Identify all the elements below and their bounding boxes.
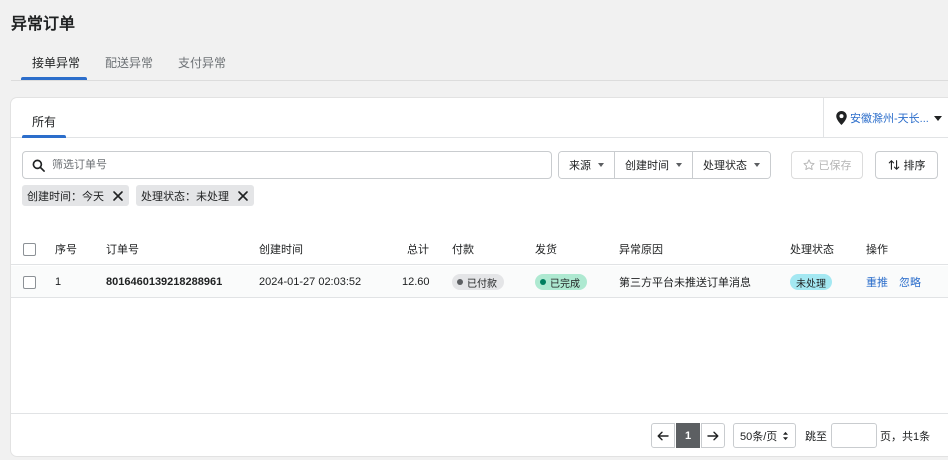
status-dot bbox=[540, 279, 546, 285]
close-icon[interactable] bbox=[237, 190, 249, 202]
chip-label: 创建时间：今天 bbox=[27, 190, 104, 203]
header-total: 总计 bbox=[407, 244, 429, 256]
header-shipping: 发货 bbox=[535, 244, 557, 256]
shipping-badge-label: 已完成 bbox=[550, 278, 580, 290]
payment-badge: 已付款 bbox=[452, 274, 504, 290]
chevron-down-icon bbox=[754, 163, 760, 167]
header-order-no: 订单号 bbox=[106, 244, 139, 256]
prev-page-button[interactable] bbox=[651, 423, 675, 448]
filter-group: 来源 创建时间 处理状态 bbox=[558, 151, 771, 179]
arrow-right-icon bbox=[707, 431, 719, 440]
table-row[interactable]: 1 8016460139218288961 2024-01-27 02:03:5… bbox=[11, 266, 948, 298]
top-tabs: 接单异常 配送异常 支付异常 bbox=[11, 46, 948, 81]
sort-button[interactable]: 排序 bbox=[875, 151, 938, 179]
pagination-summary: 页，共1条 bbox=[880, 430, 931, 443]
row-checkbox[interactable] bbox=[23, 275, 36, 289]
chevron-down-icon bbox=[933, 115, 942, 121]
filter-source-label: 来源 bbox=[569, 160, 591, 172]
filter-status-label: 处理状态 bbox=[703, 160, 747, 172]
card-tab-underline bbox=[22, 135, 66, 138]
filter-source-button[interactable]: 来源 bbox=[559, 152, 615, 178]
actions-cell: 重推 忽略 bbox=[866, 266, 932, 298]
filter-chip: 创建时间：今天 bbox=[22, 185, 129, 206]
jump-label: 跳至 bbox=[805, 430, 827, 443]
chevron-down-icon bbox=[676, 163, 682, 167]
orders-card: 所有 安徽滁州-天长... 来源 创建时间 处理状态 已保存 排序 创建时间：今… bbox=[11, 98, 948, 456]
tab-all[interactable]: 所有 bbox=[32, 113, 56, 130]
location-label: 安徽滁州-天长... bbox=[850, 113, 929, 125]
row-index: 1 bbox=[55, 276, 62, 288]
saved-button[interactable]: 已保存 bbox=[791, 151, 863, 179]
ignore-link[interactable]: 忽略 bbox=[899, 274, 921, 290]
header-reason: 异常原因 bbox=[619, 244, 663, 256]
page-size-select[interactable]: 50条/页 bbox=[733, 423, 797, 448]
status-dot bbox=[457, 279, 463, 285]
filter-chips: 创建时间：今天 处理状态：未处理 bbox=[22, 185, 254, 206]
jump-page-field bbox=[831, 423, 877, 448]
shipping-cell: 已完成 bbox=[535, 266, 587, 298]
payment-badge-label: 已付款 bbox=[467, 278, 497, 290]
header-status: 处理状态 bbox=[790, 244, 834, 256]
payment-cell: 已付款 bbox=[452, 266, 504, 298]
filter-status-button[interactable]: 处理状态 bbox=[693, 152, 770, 178]
search-icon bbox=[32, 159, 45, 172]
header-actions: 操作 bbox=[866, 244, 888, 256]
status-cell: 未处理 bbox=[790, 266, 832, 298]
location-pin-icon bbox=[836, 111, 847, 125]
row-order-no: 8016460139218288961 bbox=[106, 276, 223, 288]
select-arrows-icon bbox=[783, 431, 789, 440]
filter-chip: 处理状态：未处理 bbox=[136, 185, 254, 206]
active-tab-underline bbox=[21, 77, 87, 80]
page-size-label: 50条/页 bbox=[740, 430, 778, 443]
status-badge: 未处理 bbox=[790, 274, 832, 290]
header-index: 序号 bbox=[55, 244, 77, 256]
row-created: 2024-01-27 02:03:52 bbox=[259, 276, 362, 288]
pagination: 1 50条/页 跳至 页，共1条 bbox=[11, 413, 948, 456]
sort-icon bbox=[888, 160, 899, 170]
filter-created-time-label: 创建时间 bbox=[625, 160, 669, 172]
tab-delivery-exception[interactable]: 配送异常 bbox=[105, 54, 153, 71]
arrow-left-icon bbox=[657, 431, 669, 440]
star-icon bbox=[802, 159, 815, 171]
search-box bbox=[22, 151, 552, 179]
table-header: 序号 订单号 创建时间 总计 付款 发货 异常原因 处理状态 操作 bbox=[11, 233, 948, 265]
sort-label: 排序 bbox=[903, 160, 926, 172]
row-select-cell bbox=[23, 266, 36, 298]
header-payment: 付款 bbox=[452, 244, 474, 256]
page-title: 异常订单 bbox=[11, 16, 76, 33]
tab-accept-exception[interactable]: 接单异常 bbox=[32, 54, 80, 71]
header-created: 创建时间 bbox=[259, 244, 303, 256]
chip-label: 处理状态：未处理 bbox=[141, 190, 229, 203]
chevron-down-icon bbox=[598, 163, 604, 167]
next-page-button[interactable] bbox=[701, 423, 725, 448]
repush-link[interactable]: 重推 bbox=[866, 274, 888, 290]
filter-created-time-button[interactable]: 创建时间 bbox=[615, 152, 693, 178]
current-page[interactable]: 1 bbox=[676, 423, 700, 448]
location-selector[interactable]: 安徽滁州-天长... bbox=[823, 98, 948, 138]
close-icon[interactable] bbox=[112, 190, 124, 202]
card-tabs: 所有 安徽滁州-天长... bbox=[11, 98, 948, 138]
jump-page-input[interactable] bbox=[833, 429, 875, 442]
select-all-checkbox[interactable] bbox=[23, 242, 36, 256]
saved-label: 已保存 bbox=[818, 160, 852, 172]
select-all-cell bbox=[23, 233, 36, 265]
shipping-badge: 已完成 bbox=[535, 274, 587, 290]
search-input[interactable] bbox=[52, 159, 532, 171]
tab-payment-exception[interactable]: 支付异常 bbox=[178, 54, 226, 71]
row-reason: 第三方平台未推送订单消息 bbox=[619, 277, 751, 289]
row-total: 12.60 bbox=[402, 276, 430, 288]
